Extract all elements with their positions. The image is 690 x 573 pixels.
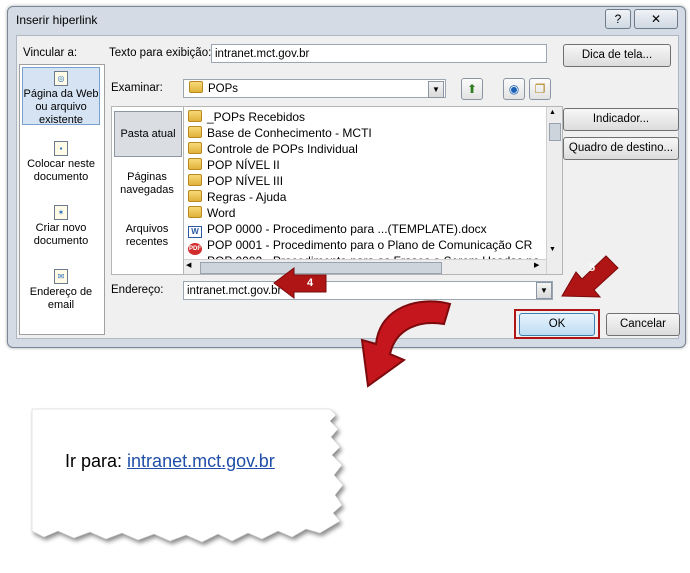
browse-file-button[interactable]: ❐: [529, 78, 551, 100]
folder-icon: [188, 158, 202, 170]
address-chevron-down-icon[interactable]: ▼: [536, 282, 552, 299]
scroll-right-arrow-icon[interactable]: ▶: [534, 261, 539, 269]
tab-browsed-pages[interactable]: Páginas navegadas: [114, 171, 180, 201]
target-frame-button[interactable]: Quadro de destino...: [563, 137, 679, 160]
callout-step-4: 4: [306, 277, 314, 289]
callout-step-5: 5: [588, 262, 596, 274]
scroll-up-arrow-icon[interactable]: ▲: [549, 109, 556, 116]
look-in-label: Examinar:: [111, 82, 163, 94]
link-to-new-document[interactable]: ✶ Criar novo documento: [22, 205, 100, 253]
list-item[interactable]: POP NÍVEL II: [188, 157, 280, 173]
new-document-icon: ✶: [54, 205, 68, 220]
list-item[interactable]: _POPs Recebidos: [188, 109, 305, 125]
folder-icon: [188, 142, 202, 154]
scroll-left-arrow-icon[interactable]: ◀: [186, 261, 191, 269]
link-to-label-web: Página da Web ou arquivo existente: [23, 88, 99, 126]
look-in-select[interactable]: POPs ▼: [183, 79, 446, 98]
cancel-button[interactable]: Cancelar: [606, 313, 680, 336]
folder-icon: [189, 81, 203, 93]
email-address-icon: ✉: [54, 269, 68, 284]
result-text: Ir para: intranet.mct.gov.br: [65, 451, 275, 472]
list-item[interactable]: Base de Conhecimento - MCTI: [188, 125, 372, 141]
place-document-icon: ▪: [54, 141, 68, 156]
list-item[interactable]: Regras - Ajuda: [188, 189, 286, 205]
close-button[interactable]: ✕: [634, 9, 678, 29]
scroll-thumb[interactable]: [549, 123, 561, 141]
display-text-input[interactable]: intranet.mct.gov.br: [211, 44, 547, 63]
result-hyperlink[interactable]: intranet.mct.gov.br: [127, 451, 275, 471]
link-to-label-email: Endereço de email: [29, 286, 93, 311]
folder-icon: [188, 190, 202, 202]
bookmark-button[interactable]: Indicador...: [563, 108, 679, 131]
scroll-down-arrow-icon[interactable]: ▼: [549, 246, 556, 253]
up-one-folder-button[interactable]: ⬆: [461, 78, 483, 100]
curved-arrow-icon: [360, 300, 452, 388]
ok-button[interactable]: OK: [519, 313, 595, 336]
screen-tip-button[interactable]: Dica de tela...: [563, 44, 671, 67]
address-label: Endereço:: [111, 284, 164, 296]
list-item[interactable]: Controle de POPs Individual: [188, 141, 358, 157]
link-to-panel: ◎ Página da Web ou arquivo existente ▪ C…: [19, 64, 105, 335]
link-to-place-in-document[interactable]: ▪ Colocar neste documento: [22, 141, 100, 189]
help-button[interactable]: ?: [605, 9, 631, 29]
display-text-label: Texto para exibição:: [109, 47, 212, 59]
horizontal-scrollbar[interactable]: ◀ ▶: [184, 259, 546, 274]
file-list[interactable]: _POPs Recebidos Base de Conhecimento - M…: [183, 106, 563, 275]
list-item[interactable]: Word: [188, 205, 235, 221]
link-to-label-place: Colocar neste documento: [27, 158, 95, 183]
link-to-web-page[interactable]: ◎ Página da Web ou arquivo existente: [22, 67, 100, 126]
list-item[interactable]: POP NÍVEL III: [188, 173, 283, 189]
link-to-email[interactable]: ✉ Endereço de email: [22, 269, 100, 317]
browse-web-button[interactable]: ◉: [503, 78, 525, 100]
folder-icon: [188, 126, 202, 138]
folder-icon: [188, 174, 202, 186]
tab-current-folder[interactable]: Pasta atual: [114, 111, 182, 157]
chevron-down-icon[interactable]: ▼: [428, 81, 444, 98]
folder-icon: [188, 206, 202, 218]
dialog-title: Inserir hiperlink: [16, 13, 98, 27]
web-page-icon: ◎: [54, 71, 68, 86]
list-item[interactable]: W POP 0000 - Procedimento para ...(TEMPLA…: [188, 221, 487, 238]
link-to-label-new: Criar novo documento: [33, 222, 89, 247]
title-bar: Inserir hiperlink ? ✕: [8, 7, 685, 35]
list-item[interactable]: PDF POP 0001 - Procedimento para o Plano …: [188, 237, 532, 255]
tab-recent-files[interactable]: Arquivos recentes: [114, 223, 180, 253]
folder-icon: [188, 110, 202, 122]
torn-paper-card: [31, 408, 344, 543]
vertical-scrollbar[interactable]: ▲ ▼: [546, 107, 562, 274]
result-prefix: Ir para:: [65, 451, 123, 471]
link-to-label: Vincular a:: [23, 47, 78, 59]
browse-tabs: Pasta atual Páginas navegadas Arquivos r…: [111, 106, 185, 275]
